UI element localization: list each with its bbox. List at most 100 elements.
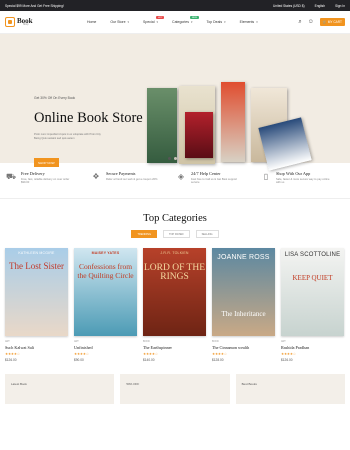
- product-price: $128.00: [212, 358, 224, 362]
- feature-desc: Free, fast, reliable delivery on over or…: [21, 177, 70, 184]
- region-select[interactable]: United States (USD $): [273, 4, 305, 8]
- nav-label: Categories: [172, 20, 189, 24]
- logo[interactable]: Book Shop: [5, 17, 75, 27]
- nav-label: Elements: [239, 20, 255, 24]
- cart-icon: 🛒: [322, 20, 327, 24]
- search-icon[interactable]: ⌕: [298, 19, 301, 26]
- hero-book: [258, 117, 312, 171]
- star-rating: ★★★★☆: [143, 352, 158, 356]
- cover-title: LORD OF THE RINGS: [143, 263, 206, 282]
- cover-author: KATHLEEN MCGIRE: [18, 251, 55, 255]
- product-cover[interactable]: JOANNE ROSS The Inheritance: [212, 248, 275, 336]
- category-tabs: TRENDING TOP RATED SELLING: [0, 230, 350, 238]
- logo-icon: [5, 17, 15, 27]
- cover-author: MAISEY YATES: [91, 251, 120, 255]
- promo-card-latest[interactable]: Latest Book: [5, 374, 115, 404]
- carousel-dot[interactable]: [174, 157, 177, 160]
- chevron-down-icon: ▾: [127, 20, 130, 24]
- hero-book: [147, 88, 177, 163]
- product-price: $90.00: [74, 358, 84, 362]
- hero-book: [221, 82, 245, 162]
- star-rating: ★★★★☆: [74, 352, 89, 356]
- product-category: BOOK: [212, 340, 219, 343]
- tab-top-rated[interactable]: TOP RATED: [163, 230, 190, 238]
- main-nav: Home Our Store ▾ Special ▾ HOT Categories ▾ N…: [87, 16, 258, 24]
- product-name[interactable]: Such Kalwat Sali: [5, 345, 68, 350]
- product-name[interactable]: Rashida Pradhan: [281, 345, 344, 350]
- nav-label: Top Deals: [206, 20, 223, 24]
- product-price: $126.00: [281, 358, 293, 362]
- new-badge: NEW: [190, 16, 199, 19]
- product-price: $140.00: [143, 358, 155, 362]
- cover-title: Confessions from the Quilting Circle: [77, 262, 134, 280]
- chevron-down-icon: ▾: [190, 20, 193, 24]
- carousel-dot[interactable]: [168, 157, 171, 160]
- nav-label: Home: [87, 20, 97, 24]
- shop-now-button[interactable]: SHOP NOW: [34, 158, 59, 167]
- hero-book-stack: [145, 78, 325, 194]
- chevron-down-icon: ▾: [156, 20, 159, 24]
- cover-author: LISA SCOTTOLINE: [284, 252, 341, 258]
- promo-text: Special $99 More And Get Free Shipping!: [5, 3, 64, 8]
- nav-label: Our Store: [110, 20, 126, 24]
- product-card[interactable]: KATHLEEN MCGIRE The Lost Sister ART Such…: [5, 248, 68, 362]
- nav-elements[interactable]: Elements ▾: [240, 20, 258, 24]
- product-category: ART: [281, 340, 286, 343]
- carousel-dots: [168, 157, 177, 160]
- tab-selling[interactable]: SELLING: [195, 230, 219, 238]
- sign-in-link[interactable]: Sign In: [335, 4, 345, 8]
- promo-card-sale[interactable]: 50% OFF: [120, 374, 230, 404]
- product-cover[interactable]: LISA SCOTTOLINE KEEP QUIET: [281, 248, 344, 336]
- star-rating: ★★★★☆: [5, 352, 20, 356]
- hero-book: [185, 112, 213, 158]
- product-cover[interactable]: MAISEY YATES Confessions from the Quilti…: [74, 248, 137, 336]
- product-name[interactable]: The Earthspinner: [143, 345, 206, 350]
- section-title: Top Categories: [143, 213, 207, 224]
- hero-banner: Get 30% Off On Every Book Online Book St…: [0, 34, 350, 171]
- product-grid: KATHLEEN MCGIRE The Lost Sister ART Such…: [0, 248, 350, 362]
- product-category: BOOK: [143, 340, 150, 343]
- nav-home[interactable]: Home: [87, 20, 96, 24]
- money-icon: ❖: [92, 172, 100, 181]
- product-price: $126.00: [5, 358, 17, 362]
- user-icon[interactable]: ☺: [308, 19, 314, 25]
- promo-card-best[interactable]: Best Books: [235, 374, 345, 404]
- cover-author: JOANNE ROSS: [217, 254, 270, 261]
- product-cover[interactable]: J.R.R. TOLKIEN LORD OF THE RINGS: [143, 248, 206, 336]
- product-category: ART: [5, 340, 10, 343]
- cover-title: The Inheritance: [221, 310, 266, 318]
- hero-title: Online Book Store: [34, 110, 143, 126]
- promo-label: Best Books: [241, 382, 257, 386]
- promo-label: Latest Book: [11, 382, 27, 386]
- nav-our-store[interactable]: Our Store ▾: [110, 20, 129, 24]
- nav-special[interactable]: Special ▾ HOT: [143, 16, 165, 24]
- cart-button[interactable]: 🛒 MY CART: [319, 18, 345, 26]
- product-card[interactable]: J.R.R. TOLKIEN LORD OF THE RINGS BOOK Th…: [143, 248, 206, 362]
- product-category: ART: [74, 340, 79, 343]
- chevron-down-icon: ▾: [256, 20, 258, 24]
- nav-categories[interactable]: Categories ▾ NEW: [172, 16, 199, 24]
- product-cover[interactable]: KATHLEEN MCGIRE The Lost Sister: [5, 248, 68, 336]
- cover-author: J.R.R. TOLKIEN: [160, 251, 189, 255]
- feature-free-delivery: ⛟ Free Delivery Free, fast, reliable deli…: [5, 163, 90, 198]
- product-name[interactable]: The Cinnamon wealth: [212, 345, 275, 350]
- nav-top-deals[interactable]: Top Deals ▾: [207, 20, 226, 24]
- cover-title: The Lost Sister: [9, 261, 64, 271]
- cart-label: MY CART: [327, 20, 342, 24]
- hero-description: Proin nunc imperdiet id quis in ex volup…: [34, 133, 101, 140]
- feature-title: Free Delivery: [21, 171, 45, 176]
- chevron-down-icon: ▾: [224, 20, 226, 24]
- language-select[interactable]: English: [315, 4, 325, 8]
- header-actions: ⌕ ☺ 🛒 MY CART: [298, 18, 345, 26]
- star-rating: ★★★★☆: [212, 352, 227, 356]
- product-card[interactable]: JOANNE ROSS The Inheritance BOOK The Cin…: [212, 248, 275, 362]
- product-card[interactable]: MAISEY YATES Confessions from the Quilti…: [74, 248, 137, 362]
- star-rating: ★★★★☆: [281, 352, 296, 356]
- top-announcement-bar: Special $99 More And Get Free Shipping! …: [0, 0, 350, 11]
- product-name[interactable]: Unfinished: [74, 345, 137, 350]
- tab-trending[interactable]: TRENDING: [131, 230, 157, 238]
- product-card[interactable]: LISA SCOTTOLINE KEEP QUIET ART Rashida P…: [281, 248, 344, 362]
- nav-label: Special: [143, 20, 155, 24]
- hero-kicker: Get 30% Off On Every Book: [34, 96, 76, 100]
- truck-icon: ⛟: [5, 172, 17, 181]
